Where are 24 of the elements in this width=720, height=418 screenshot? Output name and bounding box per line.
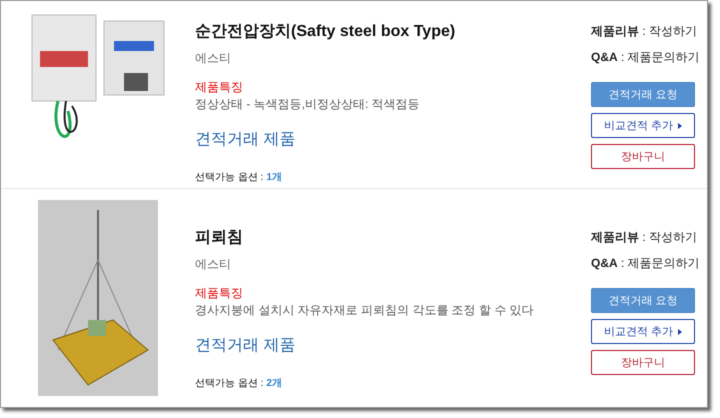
feature-text: 경사지붕에 설치시 자유자재로 피뢰침의 각도를 조정 할 수 있다 xyxy=(195,302,535,319)
feature-label: 제품특징 xyxy=(195,285,244,302)
options-label: 선택가능 옵션 : xyxy=(195,172,264,183)
product-title[interactable]: 순간전압장치(Safty steel box Type) xyxy=(195,21,591,42)
deal-type-label: 견적거래 제품 xyxy=(195,130,296,150)
options-label: 선택가능 옵션 : xyxy=(195,378,264,389)
options-count: 1개 xyxy=(266,172,282,183)
qna-link[interactable]: Q&A : 제품문의하기 xyxy=(591,49,707,66)
cart-button[interactable]: 장바구니 xyxy=(591,350,695,375)
compare-add-button[interactable]: 비교견적 추가 xyxy=(591,319,695,344)
product-title[interactable]: 피뢰침 xyxy=(195,227,591,248)
compare-add-button[interactable]: 비교견적 추가 xyxy=(591,113,695,138)
feature-label: 제품특징 xyxy=(195,79,244,96)
maker-name: 에스티 xyxy=(195,256,232,273)
options-count: 2개 xyxy=(266,378,282,389)
qna-link[interactable]: Q&A : 제품문의하기 xyxy=(591,255,707,272)
caret-icon xyxy=(678,328,682,334)
review-link[interactable]: 제품리뷰 : 작성하기 xyxy=(591,23,707,40)
deal-type-label: 견적거래 제품 xyxy=(195,336,296,356)
caret-icon xyxy=(678,122,682,128)
feature-text: 정상상태 - 녹색점등,비정상상태: 적색점등 xyxy=(195,96,421,113)
maker-name: 에스티 xyxy=(195,50,232,67)
cart-button[interactable]: 장바구니 xyxy=(591,144,695,169)
review-link[interactable]: 제품리뷰 : 작성하기 xyxy=(591,229,707,246)
